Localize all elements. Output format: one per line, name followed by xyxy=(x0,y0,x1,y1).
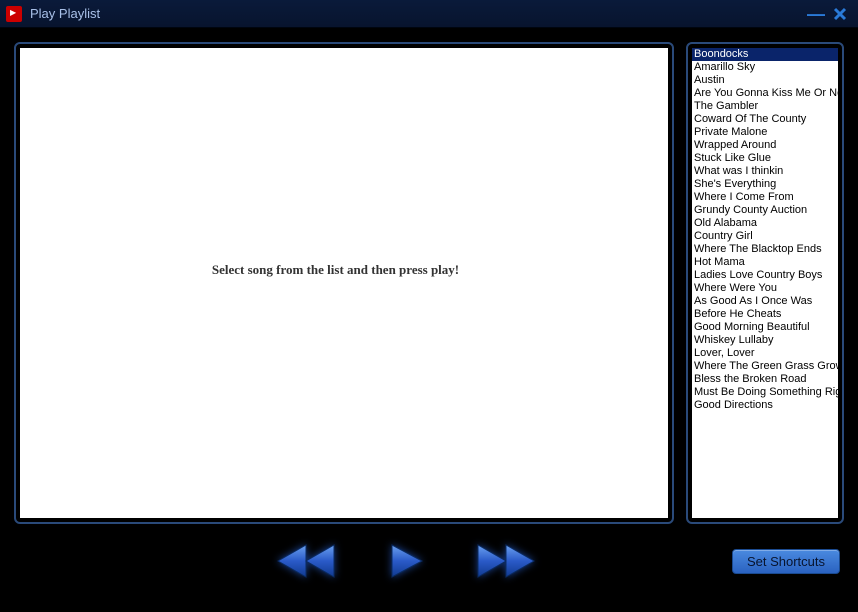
list-item[interactable]: Old Alabama xyxy=(692,217,838,230)
content-area: Select song from the list and then press… xyxy=(0,28,858,524)
playlist-listbox[interactable]: BoondocksAmarillo SkyAustinAre You Gonna… xyxy=(692,48,838,518)
list-item[interactable]: Where I Come From xyxy=(692,191,838,204)
list-item[interactable]: Ladies Love Country Boys xyxy=(692,269,838,282)
list-item[interactable]: Where The Green Grass Grows xyxy=(692,360,838,373)
list-item[interactable]: Before He Cheats xyxy=(692,308,838,321)
list-item[interactable]: Hot Mama xyxy=(692,256,838,269)
controls-bar: Set Shortcuts xyxy=(0,524,858,598)
list-item[interactable]: Good Morning Beautiful xyxy=(692,321,838,334)
play-button[interactable] xyxy=(386,541,426,581)
list-item[interactable]: Are You Gonna Kiss Me Or Not xyxy=(692,87,838,100)
list-item[interactable]: Good Directions xyxy=(692,399,838,412)
list-item[interactable]: Whiskey Lullaby xyxy=(692,334,838,347)
list-item[interactable]: Grundy County Auction xyxy=(692,204,838,217)
list-item[interactable]: The Gambler xyxy=(692,100,838,113)
list-item[interactable]: Boondocks xyxy=(692,48,838,61)
instruction-text: Select song from the list and then press… xyxy=(20,262,651,278)
video-panel: Select song from the list and then press… xyxy=(14,42,674,524)
previous-button[interactable] xyxy=(274,541,338,581)
list-item[interactable]: Stuck Like Glue xyxy=(692,152,838,165)
minimize-button[interactable]: — xyxy=(804,5,828,23)
transport-controls xyxy=(0,541,732,581)
app-icon xyxy=(6,6,22,22)
list-item[interactable]: Wrapped Around xyxy=(692,139,838,152)
video-canvas[interactable]: Select song from the list and then press… xyxy=(20,48,668,518)
next-button[interactable] xyxy=(474,541,538,581)
titlebar: Play Playlist — xyxy=(0,0,858,28)
list-item[interactable]: Austin xyxy=(692,74,838,87)
list-item[interactable]: Bless the Broken Road xyxy=(692,373,838,386)
list-item[interactable]: Where The Blacktop Ends xyxy=(692,243,838,256)
list-item[interactable]: Private Malone xyxy=(692,126,838,139)
list-item[interactable]: Lover, Lover xyxy=(692,347,838,360)
list-item[interactable]: Country Girl xyxy=(692,230,838,243)
list-item[interactable]: Amarillo Sky xyxy=(692,61,838,74)
list-item[interactable]: Coward Of The County xyxy=(692,113,838,126)
set-shortcuts-button[interactable]: Set Shortcuts xyxy=(732,549,840,574)
window-title: Play Playlist xyxy=(30,6,804,21)
playlist-panel: BoondocksAmarillo SkyAustinAre You Gonna… xyxy=(686,42,844,524)
close-button[interactable] xyxy=(828,5,852,23)
list-item[interactable]: She's Everything xyxy=(692,178,838,191)
list-item[interactable]: As Good As I Once Was xyxy=(692,295,838,308)
list-item[interactable]: What was I thinkin xyxy=(692,165,838,178)
list-item[interactable]: Where Were You xyxy=(692,282,838,295)
list-item[interactable]: Must Be Doing Something Right xyxy=(692,386,838,399)
